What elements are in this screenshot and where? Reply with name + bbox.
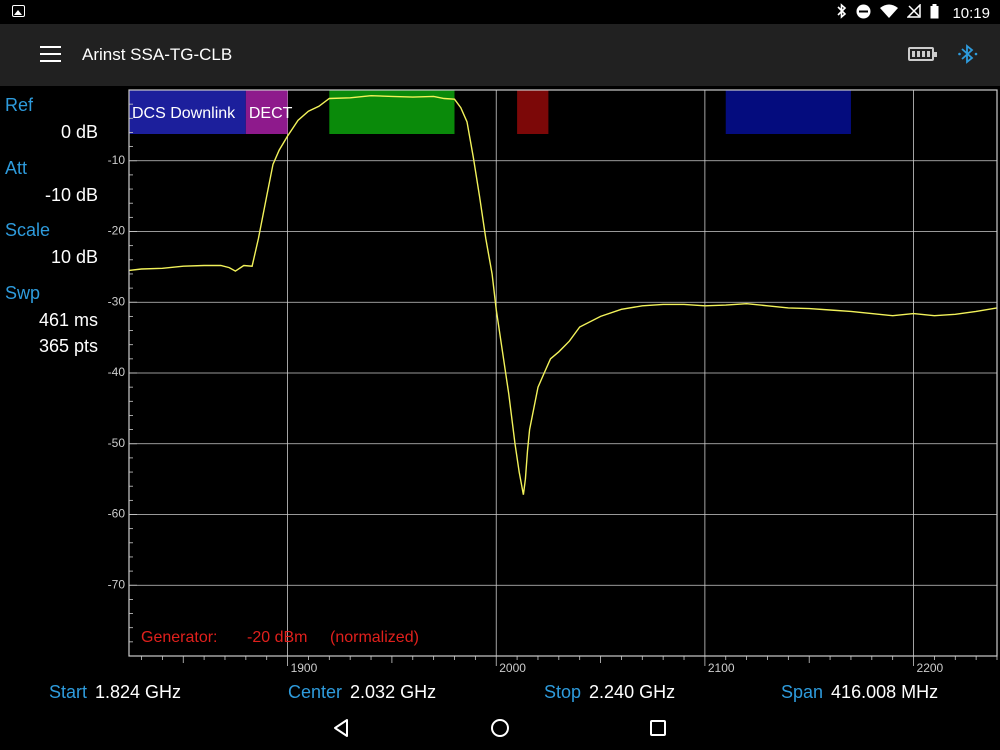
- y-tick-label: -30: [108, 294, 126, 308]
- generator-note: (normalized): [330, 629, 419, 646]
- status-icons: 10:19: [837, 3, 990, 23]
- x-tick-label: 2000: [499, 661, 526, 675]
- home-icon[interactable]: [488, 716, 512, 740]
- spectrum-trace: [128, 94, 998, 495]
- bluetooth-icon: [837, 3, 847, 23]
- device-battery-icon: [908, 47, 937, 61]
- band-label: DCS Downlink: [132, 105, 236, 122]
- x-tick-label: 2100: [708, 661, 735, 675]
- app-bar: Arinst SSA-TG-CLB: [0, 24, 1000, 86]
- frequency-info: Start 1.824 GHz Center 2.032 GHz Stop 2.240…: [0, 678, 1000, 708]
- y-tick-label: -40: [108, 365, 126, 379]
- y-tick-label: -20: [108, 224, 126, 238]
- status-bar: 10:19: [0, 0, 1000, 24]
- dnd-icon: [856, 4, 871, 23]
- x-tick-label: 1900: [291, 661, 318, 675]
- band-marker: [517, 90, 549, 134]
- status-time: 10:19: [952, 4, 990, 22]
- band-label: DECT: [249, 105, 293, 122]
- span-freq[interactable]: Span 416.008 MHz: [781, 682, 938, 703]
- no-sim-icon: [906, 3, 922, 22]
- navigation-bar: [0, 708, 1000, 750]
- x-tick-label: 2200: [917, 661, 944, 675]
- start-freq[interactable]: Start 1.824 GHz: [49, 682, 181, 703]
- gallery-icon: [12, 5, 25, 17]
- y-tick-label: -60: [108, 507, 126, 521]
- app-title: Arinst SSA-TG-CLB: [82, 45, 233, 64]
- generator-label: Generator:: [141, 629, 217, 646]
- wifi-icon: [880, 4, 899, 22]
- y-tick-label: -50: [108, 436, 126, 450]
- band-marker: [725, 90, 851, 134]
- y-tick-label: -70: [108, 577, 126, 591]
- battery-icon: [930, 3, 939, 23]
- center-freq[interactable]: Center 2.032 GHz: [288, 682, 436, 703]
- y-tick-label: -10: [108, 153, 126, 167]
- bluetooth-connect-icon[interactable]: [957, 40, 979, 68]
- back-icon[interactable]: [330, 716, 354, 740]
- spectrum-plot[interactable]: DCS Downlink DECT -10 -20 -30 -40 -50 -60 -70 19…: [0, 86, 1000, 678]
- generator-value: -20 dBm: [247, 629, 307, 646]
- recents-icon[interactable]: [646, 716, 670, 740]
- menu-icon[interactable]: [40, 46, 61, 62]
- stop-freq[interactable]: Stop 2.240 GHz: [544, 682, 675, 703]
